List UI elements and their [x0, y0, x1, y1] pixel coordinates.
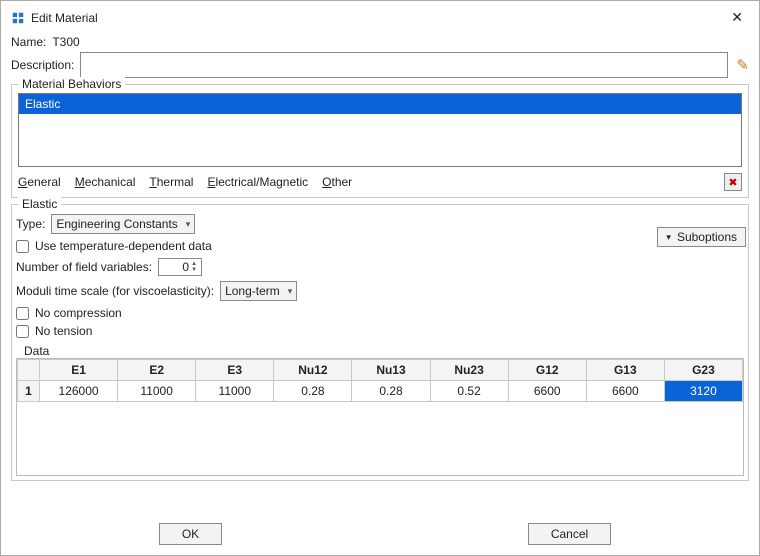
elastic-group: Elastic Type: Engineering Constants ▾ ▾ …	[11, 204, 749, 481]
col-header[interactable]: E3	[196, 360, 274, 381]
use-temperature-checkbox[interactable]	[16, 240, 29, 253]
col-header[interactable]: E2	[118, 360, 196, 381]
window-title: Edit Material	[31, 11, 98, 25]
material-behavior-item[interactable]: Elastic	[19, 94, 741, 114]
data-table[interactable]: E1 E2 E3 Nu12 Nu13 Nu23 G12 G13 G23	[16, 358, 744, 476]
data-legend: Data	[20, 344, 53, 358]
moduli-time-scale-select[interactable]: Long-term ▾	[220, 281, 297, 301]
close-button[interactable]: ✕	[725, 7, 749, 28]
table-row[interactable]: 1 126000 11000 11000 0.28 0.28 0.52 6600…	[18, 381, 743, 402]
nfv-label: Number of field variables:	[16, 260, 152, 274]
material-behaviors-list[interactable]: Elastic	[18, 93, 742, 167]
chevron-down-icon: ▾	[186, 219, 191, 230]
data-cell[interactable]: 0.28	[352, 381, 430, 402]
data-cell[interactable]: 0.28	[274, 381, 352, 402]
ok-button[interactable]: OK	[159, 523, 222, 545]
col-header[interactable]: G12	[508, 360, 586, 381]
edit-description-icon[interactable]: ✎	[736, 56, 749, 74]
data-cell[interactable]: 11000	[118, 381, 196, 402]
nfv-spinner[interactable]: ▲▼	[158, 258, 197, 276]
data-cell[interactable]: 6600	[508, 381, 586, 402]
col-header[interactable]: Nu23	[430, 360, 508, 381]
delete-behavior-button[interactable]: ✖	[724, 173, 742, 191]
app-icon	[11, 11, 25, 25]
data-cell[interactable]: 11000	[196, 381, 274, 402]
no-compression-checkbox[interactable]	[16, 307, 29, 320]
no-tension-checkbox[interactable]	[16, 325, 29, 338]
no-tension-label: No tension	[35, 324, 92, 338]
material-behaviors-group: Material Behaviors Elastic General Mecha…	[11, 84, 749, 198]
type-label: Type:	[16, 217, 45, 231]
data-cell[interactable]: 6600	[586, 381, 664, 402]
suboptions-label: Suboptions	[677, 230, 737, 244]
col-header[interactable]: E1	[40, 360, 118, 381]
col-header[interactable]: Nu12	[274, 360, 352, 381]
type-select-value: Engineering Constants	[56, 217, 177, 231]
data-cell[interactable]: 0.52	[430, 381, 508, 402]
behavior-menubar: General Mechanical Thermal Electrical/Ma…	[18, 173, 742, 191]
caret-down-icon: ▾	[666, 232, 671, 243]
menu-general[interactable]: General	[18, 175, 61, 189]
col-header[interactable]: G23	[664, 360, 742, 381]
name-value: T300	[52, 35, 79, 49]
menu-mechanical[interactable]: Mechanical	[75, 175, 136, 189]
titlebar: Edit Material ✕	[1, 1, 759, 32]
menu-thermal[interactable]: Thermal	[149, 175, 193, 189]
row-number-header	[18, 360, 40, 381]
row-number-cell: 1	[18, 381, 40, 402]
menu-other[interactable]: Other	[322, 175, 352, 189]
menu-electrical-magnetic[interactable]: Electrical/Magnetic	[207, 175, 308, 189]
col-header[interactable]: G13	[586, 360, 664, 381]
data-cell-selected[interactable]: 3120	[664, 381, 742, 402]
name-label: Name:	[11, 35, 46, 49]
no-compression-label: No compression	[35, 306, 122, 320]
moduli-time-scale-value: Long-term	[225, 284, 280, 298]
chevron-down-icon: ▾	[288, 286, 293, 297]
type-select[interactable]: Engineering Constants ▾	[51, 214, 195, 234]
suboptions-button[interactable]: ▾ Suboptions	[657, 227, 746, 247]
elastic-legend: Elastic	[18, 197, 61, 211]
table-header-row: E1 E2 E3 Nu12 Nu13 Nu23 G12 G13 G23	[18, 360, 743, 381]
data-cell[interactable]: 126000	[40, 381, 118, 402]
description-input[interactable]	[80, 52, 728, 78]
description-label: Description:	[11, 58, 74, 72]
spin-down-icon[interactable]: ▼	[191, 267, 197, 273]
cancel-button[interactable]: Cancel	[528, 523, 611, 545]
dialog-button-bar: OK Cancel	[1, 523, 759, 545]
use-temperature-label: Use temperature-dependent data	[35, 239, 212, 253]
material-behaviors-legend: Material Behaviors	[18, 77, 125, 91]
col-header[interactable]: Nu13	[352, 360, 430, 381]
moduli-time-scale-label: Moduli time scale (for viscoelasticity):	[16, 284, 214, 298]
